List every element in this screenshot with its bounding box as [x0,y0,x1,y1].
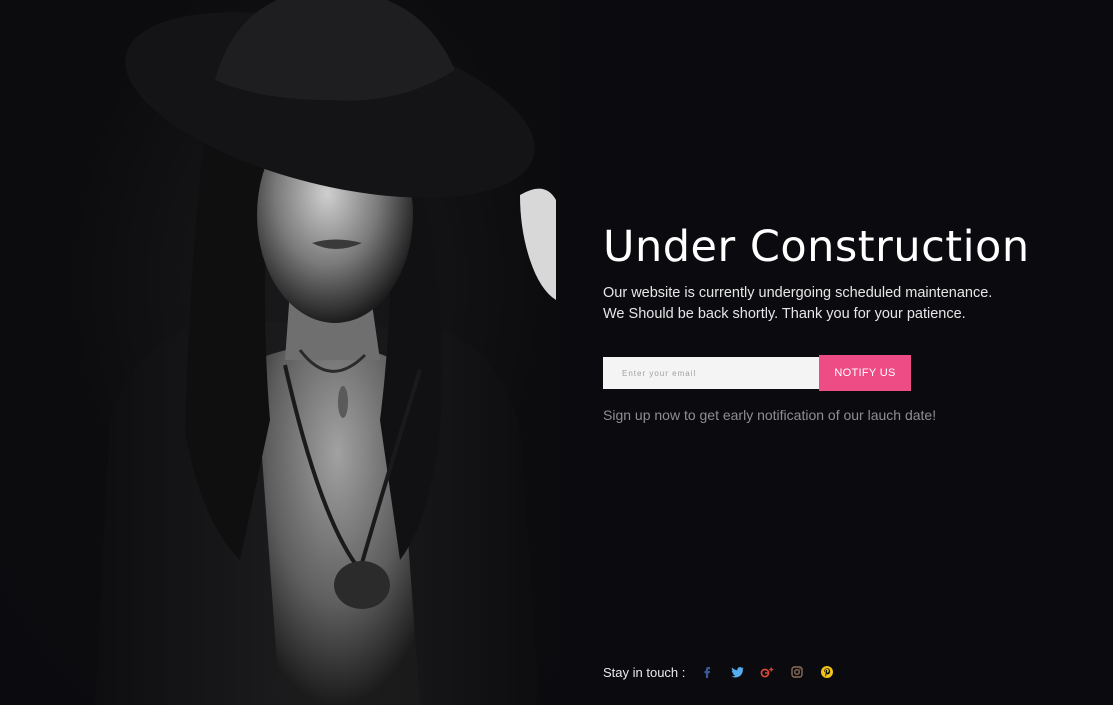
facebook-icon [704,667,711,678]
twitter-link[interactable] [729,664,745,680]
pinterest-link[interactable] [819,664,835,680]
google-plus-link[interactable] [759,664,775,680]
signup-form: NOTIFY US [603,355,923,391]
portrait-image [95,0,556,705]
instagram-link[interactable] [789,664,805,680]
google-plus-icon [760,667,774,678]
page-title: Under Construction [603,222,1030,272]
social-links: Stay in touch : [603,660,849,684]
main-content: Under Construction Our website is curren… [603,0,1083,705]
social-label: Stay in touch : [603,664,686,680]
hero-photo [0,0,560,705]
page: Under Construction Our website is curren… [0,0,1113,705]
pinterest-icon [821,666,834,678]
notify-us-button[interactable]: NOTIFY US [819,355,911,391]
email-input[interactable] [603,357,819,389]
instagram-icon [791,666,804,678]
signup-note: Sign up now to get early notification of… [603,407,937,423]
maintenance-description: Our website is currently undergoing sche… [603,285,993,322]
twitter-icon [731,667,744,678]
facebook-link[interactable] [699,664,715,680]
